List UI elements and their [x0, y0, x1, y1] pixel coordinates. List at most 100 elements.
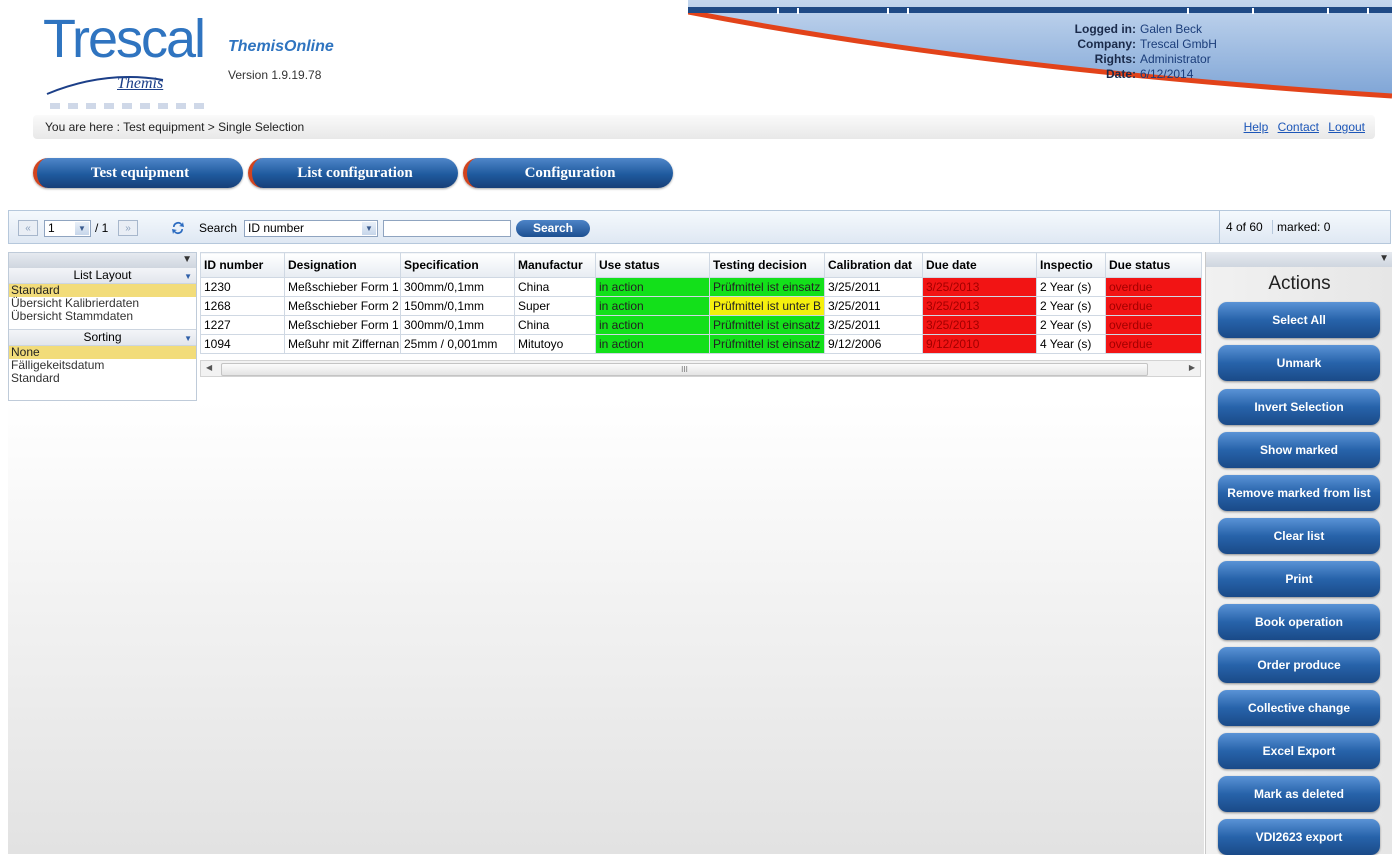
cell-due-status: overdue [1105, 277, 1202, 297]
search-field-select[interactable]: ID number ▼ [244, 220, 378, 237]
login-label: Logged in: [1074, 22, 1136, 36]
invert-selection-button[interactable]: Invert Selection [1218, 389, 1380, 425]
scroll-left-icon[interactable]: ◀ [206, 363, 212, 372]
count-value: 4 of 60 [1226, 220, 1263, 234]
logo-sub: Themis [117, 75, 164, 92]
header: Trescal Themis ThemisOnline Version 1.9.… [0, 0, 1392, 112]
sorting-item[interactable]: Standard [9, 372, 196, 385]
cell-due-date: 9/12/2010 [922, 334, 1037, 354]
logo-stripe [50, 103, 210, 109]
sorting-label: Sorting [83, 330, 122, 344]
pin-icon[interactable]: ▼ [182, 254, 192, 265]
cell-specification: 300mm/0,1mm [400, 315, 515, 335]
cell-specification: 25mm / 0,001mm [400, 334, 515, 354]
clear-list-button[interactable]: Clear list [1218, 518, 1380, 554]
tab-test-equipment[interactable]: Test equipment [33, 158, 243, 188]
company-value: Trescal GmbH [1140, 37, 1217, 51]
unmark-button[interactable]: Unmark [1218, 345, 1380, 381]
equipment-table: ID number Designation Specification Manu… [200, 252, 1202, 354]
contact-link[interactable]: Contact [1278, 120, 1319, 134]
cell-testing-decision: Prüfmittel ist einsatz [709, 277, 825, 297]
cell-testing-decision: Prüfmittel ist einsatz [709, 334, 825, 354]
excel-export-button[interactable]: Excel Export [1218, 733, 1380, 769]
table-row[interactable]: 1268 Meßschieber Form 2 150mm/0,1mm Supe… [200, 296, 1202, 316]
column-header[interactable]: Manufactur [514, 252, 596, 278]
search-input[interactable] [383, 220, 511, 237]
search-label: Search [199, 221, 238, 235]
cell-use-status: in action [595, 315, 710, 335]
remove-marked-button[interactable]: Remove marked from list [1218, 475, 1380, 511]
last-page-button[interactable]: » [118, 220, 138, 236]
tab-configuration[interactable]: Configuration [463, 158, 673, 188]
list-layout-header[interactable]: List Layout ▼ [9, 268, 196, 284]
first-page-button[interactable]: « [18, 220, 38, 236]
date-value: 6/12/2014 [1140, 67, 1194, 81]
sorting-header[interactable]: Sorting ▼ [9, 329, 196, 346]
page-select[interactable]: 1 ▼ [44, 220, 91, 237]
search-button[interactable]: Search [516, 220, 590, 237]
tab-list-configuration[interactable]: List configuration [248, 158, 458, 188]
cell-id: 1230 [200, 277, 285, 297]
refresh-icon[interactable] [170, 220, 186, 236]
toolbar: « 1 ▼ / 1 » Search ID number ▼ Search 4 … [8, 210, 1391, 244]
table-row[interactable]: 1094 Meßuhr mit Ziffernan 25mm / 0,001mm… [200, 334, 1202, 354]
chevron-down-icon: ▼ [184, 334, 192, 343]
cell-use-status: in action [595, 277, 710, 297]
vdi2623-export-button[interactable]: VDI2623 export [1218, 819, 1380, 855]
date-label: Date: [1105, 67, 1136, 81]
select-all-button[interactable]: Select All [1218, 302, 1380, 338]
show-marked-button[interactable]: Show marked [1218, 432, 1380, 468]
cell-inspection: 2 Year (s) [1036, 296, 1106, 316]
cell-manufacturer: Mitutoyo [514, 334, 596, 354]
cell-calibration-date: 3/25/2011 [824, 315, 923, 335]
pin-icon[interactable]: ▼ [1379, 253, 1389, 264]
cell-designation: Meßschieber Form 2 [284, 296, 401, 316]
horizontal-scrollbar[interactable]: ◀ III ▶ [200, 360, 1201, 377]
column-header[interactable]: Specification [400, 252, 515, 278]
scroll-right-icon[interactable]: ▶ [1189, 363, 1195, 372]
cell-due-status: overdue [1105, 296, 1202, 316]
cell-due-date: 3/25/2013 [922, 296, 1037, 316]
cell-calibration-date: 3/25/2011 [824, 277, 923, 297]
list-layout-label: List Layout [73, 268, 132, 282]
print-button[interactable]: Print [1218, 561, 1380, 597]
scrollbar-thumb[interactable]: III [221, 363, 1148, 376]
column-header[interactable]: Inspectio [1036, 252, 1106, 278]
cell-due-date: 3/25/2013 [922, 315, 1037, 335]
collective-change-button[interactable]: Collective change [1218, 690, 1380, 726]
mark-as-deleted-button[interactable]: Mark as deleted [1218, 776, 1380, 812]
column-header[interactable]: Due date [922, 252, 1037, 278]
login-user: Galen Beck [1140, 22, 1203, 36]
book-operation-button[interactable]: Book operation [1218, 604, 1380, 640]
logo-text: Trescal [43, 9, 206, 69]
column-header[interactable]: Calibration dat [824, 252, 923, 278]
cell-testing-decision: Prüfmittel ist unter B [709, 296, 825, 316]
order-produce-button[interactable]: Order produce [1218, 647, 1380, 683]
column-header[interactable]: Designation [284, 252, 401, 278]
cell-calibration-date: 9/12/2006 [824, 334, 923, 354]
column-header[interactable]: Due status [1105, 252, 1202, 278]
breadcrumb: You are here : Test equipment > Single S… [45, 120, 305, 134]
rights-label: Rights: [1094, 52, 1136, 66]
column-header[interactable]: Use status [595, 252, 710, 278]
cell-id: 1227 [200, 315, 285, 335]
column-header[interactable]: ID number [200, 252, 285, 278]
cell-use-status: in action [595, 296, 710, 316]
table-row[interactable]: 1230 Meßschieber Form 1 300mm/0,1mm Chin… [200, 277, 1202, 297]
cell-manufacturer: China [514, 315, 596, 335]
empty-content-area [8, 401, 1204, 854]
cell-calibration-date: 3/25/2011 [824, 296, 923, 316]
list-layout-item[interactable]: Übersicht Stammdaten [9, 310, 196, 323]
logout-link[interactable]: Logout [1328, 120, 1365, 134]
company-label: Company: [1077, 37, 1136, 51]
cell-designation: Meßschieber Form 1 [284, 315, 401, 335]
cell-inspection: 2 Year (s) [1036, 277, 1106, 297]
cell-manufacturer: Super [514, 296, 596, 316]
actions-panel-header: ▼ [1206, 252, 1392, 267]
table-row[interactable]: 1227 Meßschieber Form 1 300mm/0,1mm Chin… [200, 315, 1202, 335]
column-header[interactable]: Testing decision [709, 252, 825, 278]
top-links: Help Contact Logout [1238, 120, 1365, 134]
cell-use-status: in action [595, 334, 710, 354]
cell-specification: 150mm/0,1mm [400, 296, 515, 316]
help-link[interactable]: Help [1244, 120, 1269, 134]
